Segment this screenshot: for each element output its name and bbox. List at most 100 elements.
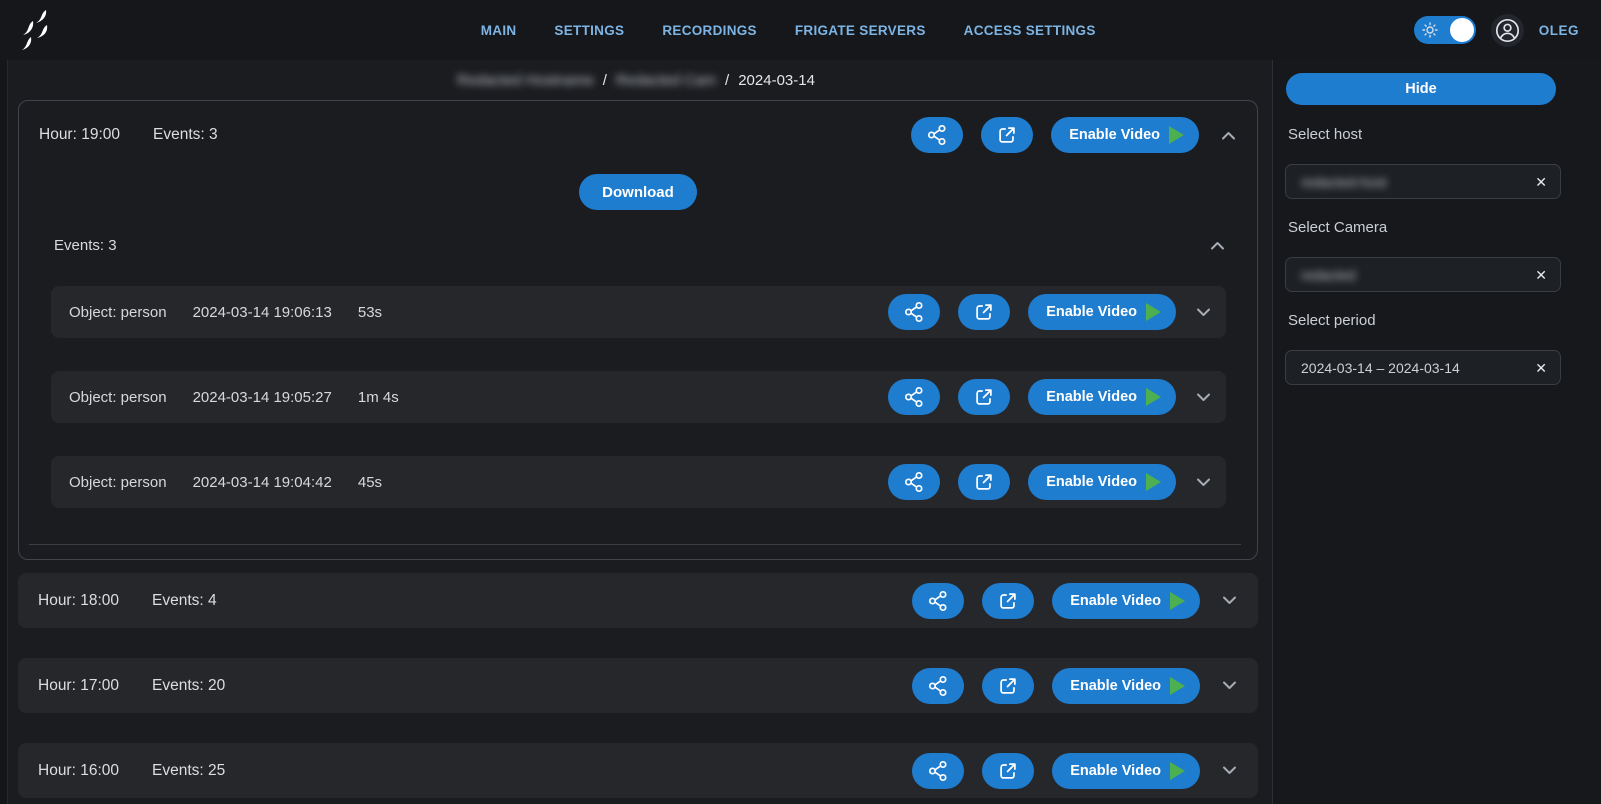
host-value-redacted: redacted-host <box>1301 174 1387 190</box>
open-external-button[interactable] <box>982 668 1034 704</box>
expand-chevron-down-icon[interactable] <box>1196 308 1211 317</box>
open-external-button[interactable] <box>982 583 1034 619</box>
expand-chevron-down-icon[interactable] <box>1222 766 1237 775</box>
event-row[interactable]: Object: person 2024-03-14 19:06:13 53s E… <box>51 286 1226 338</box>
hour-actions: Enable Video <box>912 753 1200 789</box>
expand-chevron-down-icon[interactable] <box>1196 478 1211 487</box>
share-button[interactable] <box>912 668 964 704</box>
event-duration: 45s <box>358 474 382 491</box>
navbar-right-group: OLEG <box>1414 14 1579 47</box>
hide-label: Hide <box>1405 81 1436 97</box>
hour-label: Hour: 16:00 <box>38 762 119 780</box>
hour-19-actions: Enable Video <box>911 117 1199 153</box>
camera-select[interactable]: redacted ✕ <box>1285 257 1561 292</box>
hour-19-header[interactable]: Hour: 19:00 Events: 3 <box>19 101 1257 169</box>
enable-video-button[interactable]: Enable Video <box>1052 668 1200 704</box>
enable-video-label: Enable Video <box>1070 593 1161 609</box>
event-row[interactable]: Object: person 2024-03-14 19:05:27 1m 4s… <box>51 371 1226 423</box>
nav-item-main[interactable]: MAIN <box>481 23 517 38</box>
open-external-button[interactable] <box>981 117 1033 153</box>
breadcrumb-separator: / <box>725 72 729 89</box>
select-host-label: Select host <box>1288 126 1601 143</box>
clear-period-icon[interactable]: ✕ <box>1535 361 1547 375</box>
open-external-button[interactable] <box>958 379 1010 415</box>
share-button[interactable] <box>888 379 940 415</box>
event-actions: Enable Video <box>888 294 1176 330</box>
play-icon <box>1170 762 1185 780</box>
hour-actions: Enable Video <box>912 583 1200 619</box>
expand-chevron-down-icon[interactable] <box>1222 681 1237 690</box>
enable-video-button[interactable]: Enable Video <box>1052 753 1200 789</box>
enable-video-button[interactable]: Enable Video <box>1052 583 1200 619</box>
open-external-button[interactable] <box>982 753 1034 789</box>
external-link-icon <box>973 301 995 323</box>
events-count-label: Events: 3 <box>153 126 218 144</box>
breadcrumb-separator: / <box>603 72 607 89</box>
sun-icon <box>1422 22 1438 38</box>
clear-host-icon[interactable]: ✕ <box>1535 175 1547 189</box>
camera-value-redacted: redacted <box>1301 267 1355 283</box>
open-external-button[interactable] <box>958 294 1010 330</box>
nav-item-settings[interactable]: SETTINGS <box>554 23 624 38</box>
enable-video-button[interactable]: Enable Video <box>1028 294 1176 330</box>
play-icon <box>1170 677 1185 695</box>
events-section-header: Events: 3 <box>19 237 1257 253</box>
play-icon <box>1146 473 1161 491</box>
period-value: 2024-03-14 – 2024-03-14 <box>1301 360 1460 376</box>
share-icon <box>926 589 950 613</box>
nav-item-access-settings[interactable]: ACCESS SETTINGS <box>964 23 1096 38</box>
event-actions: Enable Video <box>888 379 1176 415</box>
clear-camera-icon[interactable]: ✕ <box>1535 268 1547 282</box>
nav-item-frigate-servers[interactable]: FRIGATE SERVERS <box>795 23 926 38</box>
enable-video-label: Enable Video <box>1046 389 1137 405</box>
share-button[interactable] <box>911 117 963 153</box>
events-collapse-chevron-up-icon[interactable] <box>1210 241 1225 250</box>
enable-video-button[interactable]: Enable Video <box>1028 379 1176 415</box>
download-button[interactable]: Download <box>579 174 697 210</box>
hour-card-16[interactable]: Hour: 16:00 Events: 25 Enable Video <box>18 743 1258 798</box>
hour-actions: Enable Video <box>912 668 1200 704</box>
host-select[interactable]: redacted-host ✕ <box>1285 164 1561 199</box>
enable-video-button[interactable]: Enable Video <box>1028 464 1176 500</box>
recordings-content: Redacted Hostname / Redacted Cam / 2024-… <box>0 60 1273 804</box>
user-avatar[interactable] <box>1491 14 1524 47</box>
share-icon <box>926 674 950 698</box>
external-link-icon <box>997 590 1019 612</box>
breadcrumb-host-redacted: Redacted Hostname <box>457 72 594 89</box>
event-row[interactable]: Object: person 2024-03-14 19:04:42 45s E… <box>51 456 1226 508</box>
share-button[interactable] <box>912 753 964 789</box>
download-label: Download <box>602 184 674 201</box>
external-link-icon <box>997 760 1019 782</box>
top-navbar: MAIN SETTINGS RECORDINGS FRIGATE SERVERS… <box>0 0 1601 60</box>
enable-video-label: Enable Video <box>1070 763 1161 779</box>
event-timestamp: 2024-03-14 19:05:27 <box>193 389 332 406</box>
play-icon <box>1170 592 1185 610</box>
open-external-button[interactable] <box>958 464 1010 500</box>
nav-item-recordings[interactable]: RECORDINGS <box>662 23 757 38</box>
breadcrumb-camera-redacted: Redacted Cam <box>616 72 716 89</box>
expand-chevron-down-icon[interactable] <box>1196 393 1211 402</box>
frigate-logo-icon[interactable] <box>14 7 58 53</box>
external-link-icon <box>997 675 1019 697</box>
play-icon <box>1146 303 1161 321</box>
share-button[interactable] <box>888 294 940 330</box>
theme-toggle[interactable] <box>1414 16 1476 44</box>
share-icon <box>926 759 950 783</box>
expand-chevron-down-icon[interactable] <box>1222 596 1237 605</box>
share-button[interactable] <box>888 464 940 500</box>
share-button[interactable] <box>912 583 964 619</box>
collapse-chevron-up-icon[interactable] <box>1221 131 1236 140</box>
breadcrumb-date: 2024-03-14 <box>738 72 815 89</box>
event-timestamp: 2024-03-14 19:06:13 <box>193 304 332 321</box>
period-select[interactable]: 2024-03-14 – 2024-03-14 ✕ <box>1285 350 1561 385</box>
play-icon <box>1169 126 1184 144</box>
play-icon <box>1146 388 1161 406</box>
hour-card-17[interactable]: Hour: 17:00 Events: 20 Enable Video <box>18 658 1258 713</box>
events-section-label: Events: 3 <box>54 237 117 254</box>
enable-video-label: Enable Video <box>1069 127 1160 143</box>
enable-video-label: Enable Video <box>1046 474 1137 490</box>
hide-sidebar-button[interactable]: Hide <box>1286 73 1556 105</box>
enable-video-button[interactable]: Enable Video <box>1051 117 1199 153</box>
hour-card-18[interactable]: Hour: 18:00 Events: 4 Enable Video <box>18 573 1258 628</box>
hour-label: Hour: 17:00 <box>38 677 119 695</box>
